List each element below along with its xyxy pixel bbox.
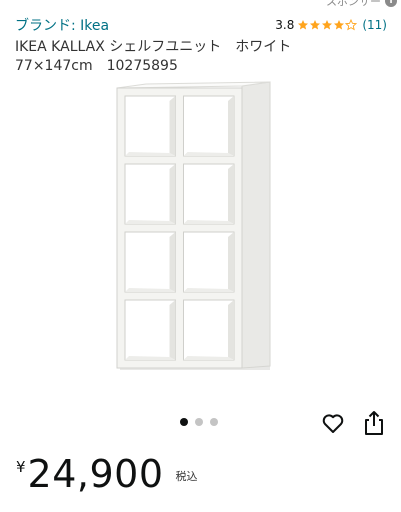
share-icon[interactable] (363, 410, 385, 436)
rating-value: 3.8 (275, 18, 295, 32)
star-rating (297, 19, 358, 31)
shelf-cube (124, 163, 176, 225)
pagination-dot[interactable] (210, 418, 218, 426)
product-title: IKEA KALLAX シェルフユニット ホワイト 77×147cm 10275… (15, 38, 390, 76)
price-amount: 24,900 (27, 452, 164, 496)
shelf-cube (124, 95, 176, 157)
rating-count[interactable]: (11) (362, 18, 387, 32)
product-title-line2: 77×147cm 10275895 (15, 58, 178, 74)
shelf-cube (183, 95, 235, 157)
rating-summary[interactable]: 3.8 (11) (275, 18, 387, 32)
star-filled-icon (310, 20, 321, 30)
tax-note: 税込 (175, 470, 198, 483)
shelf-cube (183, 231, 235, 293)
star-empty-icon (345, 19, 358, 31)
shelf-cube (124, 231, 176, 293)
star-filled-icon (334, 20, 345, 30)
sponsor-label: スポンサー (326, 0, 381, 8)
heart-outline-icon[interactable] (321, 411, 345, 435)
currency-symbol: ¥ (16, 458, 26, 476)
star-filled-icon (322, 20, 333, 30)
shelf-cube (183, 299, 235, 361)
brand-link[interactable]: ブランド: Ikea (15, 15, 109, 35)
sponsor-row[interactable]: スポンサー i (326, 0, 397, 8)
product-title-line1: IKEA KALLAX シェルフユニット ホワイト (15, 39, 292, 55)
brand-row: ブランド: Ikea 3.8 (11) (15, 16, 387, 34)
star-filled-icon (298, 20, 309, 30)
pagination-dot[interactable] (195, 418, 203, 426)
pagination-dot[interactable] (180, 418, 188, 426)
shelf-cube (124, 299, 176, 361)
price-block: ¥ 24,900 税込 (16, 452, 198, 496)
image-pagination[interactable] (180, 418, 218, 426)
shelf-side-panel (241, 81, 271, 369)
shelf-cube (183, 163, 235, 225)
info-icon[interactable]: i (385, 0, 397, 7)
product-image[interactable] (0, 80, 401, 405)
